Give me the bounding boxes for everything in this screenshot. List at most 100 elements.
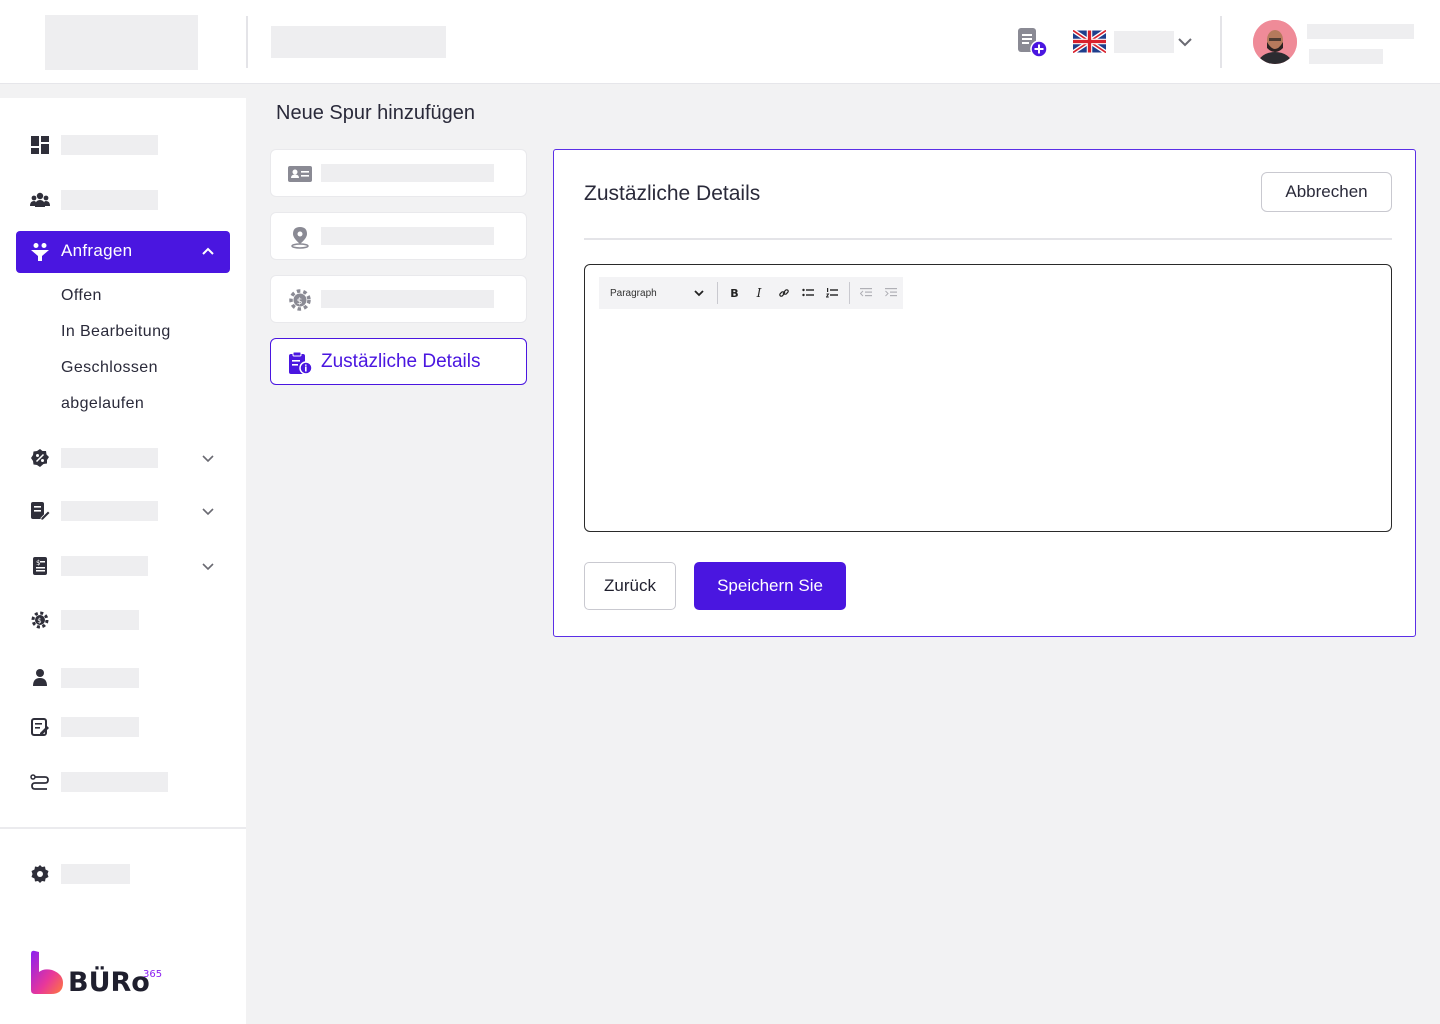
header-title-placeholder (271, 26, 446, 58)
link-icon (778, 289, 789, 297)
sidebar-divider (0, 827, 246, 829)
step-label-placeholder (321, 227, 494, 245)
chevron-down-icon[interactable] (1176, 34, 1194, 50)
indent-button[interactable] (878, 277, 903, 309)
sidebar-item-dashboard[interactable] (16, 124, 230, 166)
chevron-up-icon[interactable] (200, 244, 216, 260)
sidebar-subitem-offen[interactable]: Offen (61, 287, 102, 305)
toolbar-separator (717, 282, 719, 304)
step-zusaetzliche-details[interactable]: i Zustäzliche Details (270, 338, 527, 385)
step-label-placeholder (321, 290, 494, 308)
page-title: Neue Spur hinzufügen (276, 102, 476, 124)
chevron-down-icon[interactable] (200, 450, 216, 466)
sidebar-subitem-geschlossen[interactable]: Geschlossen (61, 359, 158, 377)
invoice-icon: $ (33, 557, 47, 575)
logo-placeholder (45, 15, 198, 70)
bullet-list-button[interactable] (796, 277, 821, 309)
outdent-icon (860, 288, 873, 297)
chevron-down-icon (694, 290, 704, 297)
bold-button[interactable]: B (722, 277, 747, 309)
buro365-logo: BÜRo 365 (31, 950, 162, 998)
gear-icon (31, 865, 49, 883)
user-role-placeholder (1309, 49, 1383, 64)
svg-text:$: $ (36, 559, 40, 567)
step-location[interactable] (270, 212, 527, 260)
sidebar-label-placeholder (61, 864, 130, 884)
cancel-button[interactable]: Abbrechen (1261, 172, 1392, 212)
users-group-icon (30, 192, 50, 207)
language-name-placeholder[interactable] (1114, 31, 1174, 53)
avatar[interactable] (1253, 20, 1297, 64)
sidebar-item-customers[interactable] (16, 179, 230, 221)
svg-text:$: $ (37, 617, 41, 625)
id-card-icon (288, 166, 312, 182)
step-label-placeholder (321, 164, 494, 182)
gear-dollar-icon: $ (31, 611, 49, 629)
svg-text:365: 365 (143, 969, 162, 980)
top-header (0, 0, 1440, 84)
sidebar-item-services[interactable]: $ (16, 599, 230, 641)
numbered-list-icon (826, 288, 839, 298)
chevron-down-icon[interactable] (200, 503, 216, 519)
toolbar-separator (848, 282, 850, 304)
user-avatar-icon (1253, 20, 1297, 64)
chevron-down-icon[interactable] (200, 558, 216, 574)
sidebar-label-placeholder (61, 501, 158, 521)
sidebar-label-placeholder (61, 556, 148, 576)
details-card: Zustäzliche Details Abbrechen Paragraph … (553, 149, 1416, 637)
step-label: Zustäzliche Details (321, 351, 481, 372)
numbered-list-button[interactable] (820, 277, 845, 309)
header-divider (1220, 16, 1222, 68)
dashboard-icon (31, 136, 49, 154)
paragraph-select-label: Paragraph (610, 287, 657, 299)
sidebar-item-offers[interactable] (16, 437, 230, 479)
bullet-list-icon (801, 288, 814, 297)
svg-text:$: $ (297, 297, 303, 307)
sidebar-subitem-abgelaufen[interactable]: abgelaufen (61, 395, 144, 413)
paragraph-select[interactable]: Paragraph (599, 277, 713, 309)
sidebar: Anfragen Offen In Bearbeitung Geschlosse… (0, 98, 246, 1024)
italic-label: I (756, 286, 762, 300)
card-title: Zustäzliche Details (584, 182, 761, 205)
location-pin-icon (291, 227, 309, 249)
save-button[interactable]: Speichern Sie (694, 562, 846, 610)
uk-flag-icon[interactable] (1073, 30, 1106, 53)
sidebar-item-label: Anfragen (61, 241, 133, 260)
user-icon (33, 669, 47, 686)
sidebar-label-placeholder (61, 668, 139, 688)
sidebar-item-settings[interactable] (16, 853, 230, 895)
sidebar-item-notes[interactable] (16, 706, 230, 748)
bold-label: B (730, 286, 739, 300)
step-contact[interactable] (270, 149, 527, 197)
header-divider (246, 16, 248, 68)
italic-button[interactable]: I (747, 277, 772, 309)
document-add-icon[interactable] (1014, 26, 1050, 60)
sidebar-subitem-in-bearbeitung[interactable]: In Bearbeitung (61, 323, 171, 341)
sidebar-item-anfragen[interactable]: Anfragen (16, 231, 230, 273)
sidebar-label-placeholder (61, 717, 139, 737)
divider (584, 238, 1392, 240)
sidebar-label-placeholder (61, 135, 158, 155)
sidebar-label-placeholder (61, 772, 168, 792)
gear-dollar-icon: $ (289, 289, 311, 311)
editor-toolbar: Paragraph B I (599, 277, 903, 309)
rich-text-editor[interactable]: Paragraph B I (584, 264, 1392, 532)
sidebar-item-routes[interactable] (16, 761, 230, 803)
sidebar-label-placeholder (61, 190, 158, 210)
svg-text:BÜRo: BÜRo (68, 965, 150, 998)
svg-text:i: i (304, 365, 307, 375)
sidebar-item-contracts[interactable] (16, 490, 230, 532)
outdent-button[interactable] (854, 277, 879, 309)
sidebar-label-placeholder (61, 610, 139, 630)
link-button[interactable] (771, 277, 796, 309)
step-services[interactable]: $ (270, 275, 527, 323)
sidebar-item-users[interactable] (16, 657, 230, 699)
user-name-placeholder (1307, 24, 1414, 39)
back-button[interactable]: Zurück (584, 562, 676, 610)
funnel-users-icon (31, 243, 49, 261)
sidebar-item-invoices[interactable]: $ (16, 545, 230, 587)
indent-icon (884, 288, 897, 297)
document-edit-icon (31, 502, 50, 521)
percent-badge-icon (31, 449, 49, 467)
sidebar-label-placeholder (61, 448, 158, 468)
